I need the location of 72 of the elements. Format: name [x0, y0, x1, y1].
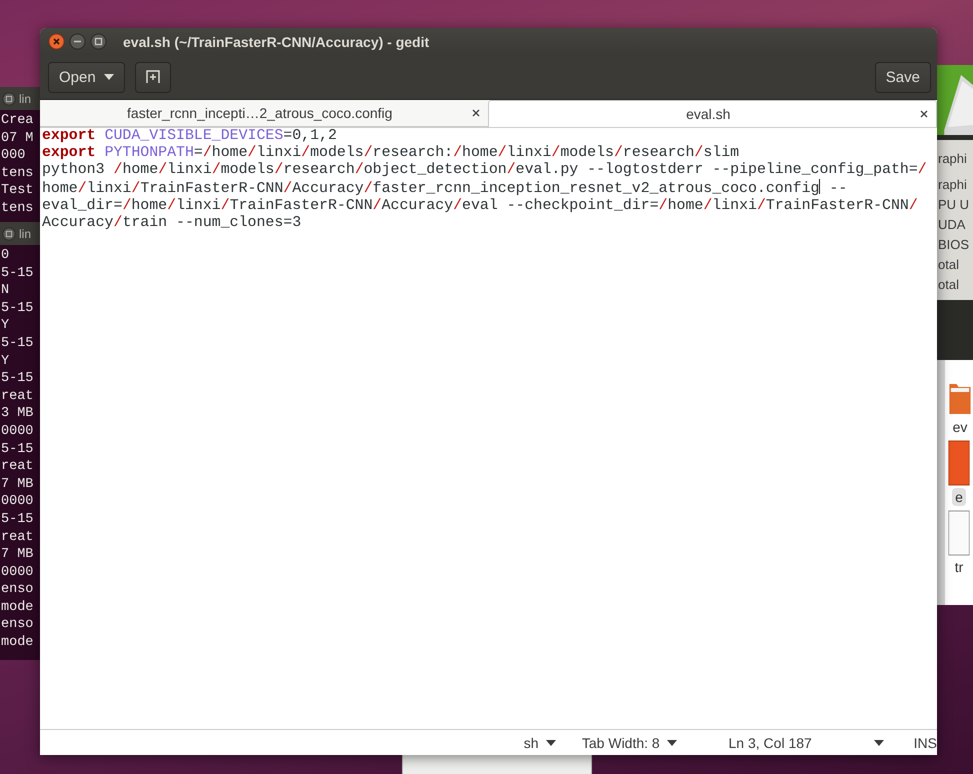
- code-line: Accuracy/train --num_clones=3: [42, 215, 302, 232]
- terminal-line: enso: [0, 616, 34, 634]
- terminal-line: reat: [0, 528, 34, 546]
- language-selector[interactable]: sh: [524, 734, 556, 750]
- terminal-line: 000: [0, 147, 26, 165]
- terminal-line: reat: [0, 458, 34, 476]
- tab[interactable]: eval.sh: [488, 100, 937, 127]
- terminal-line: 3 MB: [0, 405, 34, 423]
- terminal-line: 0: [0, 247, 10, 265]
- info-text: PU U: [938, 196, 970, 214]
- caret-icon: [104, 74, 114, 80]
- info-text: raphi: [938, 150, 968, 168]
- terminal-line: 5-15: [0, 440, 34, 458]
- terminal-line: reat: [0, 388, 34, 406]
- caret-icon: [874, 740, 884, 746]
- file-icon: [948, 440, 970, 486]
- close-icon[interactable]: [472, 109, 480, 117]
- code-line: eval_dir=/home/linxi/TrainFasterR-CNN/Accuracy/eval --checkpoint_dir=/home/linxi/TrainFasterR-CNN/: [42, 198, 919, 215]
- terminal-line: 5-15: [0, 370, 34, 388]
- terminal-line: tens: [0, 164, 34, 182]
- terminal-line: 5-15: [0, 264, 34, 282]
- terminal-line: 0000: [0, 422, 34, 441]
- minimize-icon[interactable]: [69, 33, 86, 50]
- terminal-line: Y: [0, 317, 10, 335]
- info-text: UDA: [938, 216, 966, 234]
- terminal-line: 0000: [0, 493, 34, 511]
- info-text: raphi: [938, 176, 968, 194]
- new-tab-icon: [146, 70, 160, 84]
- code-line: home/linxi/TrainFasterR-CNN/Accuracy/faster_rcnn_inception_resnet_v2_atrous_coco.config --: [42, 179, 848, 198]
- caret-icon: [546, 740, 556, 746]
- terminal-line: 5-15: [0, 334, 34, 353]
- window-title: eval.sh (~/TrainFasterR-CNN/Accuracy) - gedit: [123, 34, 430, 50]
- maximize-icon[interactable]: [90, 33, 107, 50]
- insert-mode: INS: [914, 734, 937, 750]
- file-label[interactable]: tr: [952, 558, 966, 576]
- terminal-line: Crea: [0, 112, 34, 130]
- window-title: lin: [19, 92, 32, 106]
- document-icon: [948, 510, 970, 556]
- open-button[interactable]: Open: [48, 62, 125, 92]
- code-line: python3 /home/linxi/models/research/object_detection/eval.py --logtostderr --pipeline_config_path=/: [42, 162, 928, 179]
- terminal-line: 0000: [0, 564, 34, 582]
- new-tab-button[interactable]: [134, 62, 171, 92]
- info-text: otal: [938, 256, 960, 274]
- save-button[interactable]: Save: [874, 62, 931, 92]
- caret-icon: [666, 740, 677, 746]
- cursor-position: Ln 3, Col 187: [728, 734, 812, 750]
- maximize-icon[interactable]: [2, 92, 16, 106]
- terminal-line: 5-15: [0, 300, 34, 318]
- close-icon[interactable]: [48, 33, 65, 50]
- terminal-line: 07 M: [0, 130, 34, 148]
- terminal-line: Y: [0, 352, 10, 370]
- terminal-line: 7 MB: [0, 476, 34, 494]
- code-line: export PYTHONPATH=/home/linxi/models/research:/home/linxi/models/research/slim: [42, 145, 740, 162]
- tab-width-selector[interactable]: Tab Width: 8: [582, 734, 677, 750]
- file-label[interactable]: ev: [950, 418, 970, 436]
- info-text: otal: [938, 276, 960, 294]
- terminal-line: N: [0, 282, 10, 300]
- terminal-line: Test: [0, 182, 34, 200]
- terminal-line: 5-15: [0, 510, 34, 528]
- info-text: BIOS: [938, 236, 970, 254]
- terminal-line: mode: [0, 634, 34, 652]
- file-label[interactable]: e: [952, 488, 966, 506]
- terminal-line: enso: [0, 581, 34, 599]
- close-icon[interactable]: [920, 110, 928, 118]
- tab[interactable]: faster_rcnn_incepti…2_atrous_coco.config: [40, 100, 488, 127]
- code-line: export CUDA_VISIBLE_DEVICES=0,1,2: [42, 128, 338, 145]
- terminal-line: tens: [0, 200, 34, 218]
- terminal-line: mode: [0, 598, 34, 616]
- text-cursor: [819, 179, 820, 194]
- terminal-line: 7 MB: [0, 546, 34, 564]
- window-title: lin: [19, 226, 32, 240]
- maximize-icon[interactable]: [2, 226, 16, 240]
